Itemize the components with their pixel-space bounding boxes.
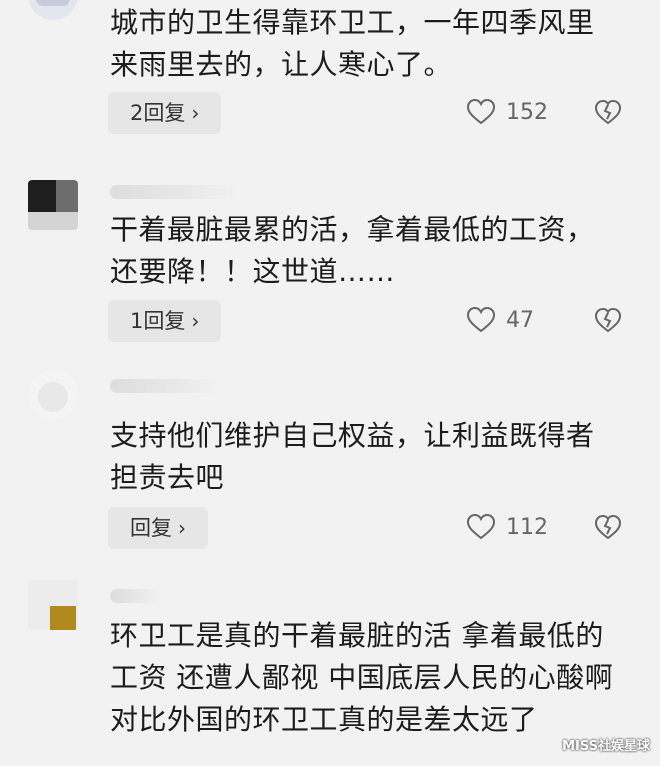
chevron-right-icon: › — [191, 309, 200, 333]
comment-text-line: 支持他们维护自己权益，让利益既得者 — [110, 419, 595, 452]
comment-text: 环卫工是真的干着最脏的活 拿着最低的 工资 还遭人鄙视 中国底层人民的心酸啊 对… — [110, 615, 630, 741]
like-count: 152 — [506, 99, 548, 125]
avatar[interactable] — [28, 0, 78, 20]
like-button[interactable]: 47 — [466, 300, 534, 340]
comment-item: 干着最脏最累的活，拿着最低的工资， 还要降！！这世道…… 1回复 › 47 — [0, 175, 660, 355]
comment-text-line: 对比外国的环卫工真的是差太远了 — [110, 703, 538, 736]
comment-text-line: 环卫工是真的干着最脏的活 拿着最低的 — [110, 619, 604, 652]
reply-label: 1回复 — [130, 309, 186, 333]
comment-text-line: 城市的卫生得靠环卫工，一年四季风里 — [110, 6, 595, 39]
username-blurred — [110, 589, 160, 603]
comment-text-line: 担责去吧 — [110, 461, 225, 494]
chevron-right-icon: › — [178, 516, 186, 540]
comment-item: 城市的卫生得靠环卫工，一年四季风里 来雨里去的，让人寒心了。 2回复 › 152 — [0, 0, 660, 145]
reply-button[interactable]: 回复 › — [108, 507, 208, 549]
heart-outline-icon — [466, 513, 496, 540]
heart-outline-icon — [466, 98, 496, 125]
broken-heart-icon[interactable] — [594, 306, 622, 334]
reply-label: 2回复 — [130, 101, 186, 125]
like-count: 112 — [506, 514, 548, 540]
avatar[interactable] — [28, 370, 78, 420]
comment-text-line: 工资 还遭人鄙视 中国底层人民的心酸啊 — [110, 661, 614, 694]
broken-heart-icon[interactable] — [594, 98, 622, 126]
username-blurred — [110, 379, 220, 393]
reply-button[interactable]: 2回复 › — [108, 92, 222, 134]
like-count: 47 — [506, 307, 534, 333]
comment-text-line: 干着最脏最累的活，拿着最低的工资， — [110, 213, 595, 246]
heart-outline-icon — [466, 306, 496, 333]
comment-text: 支持他们维护自己权益，让利益既得者 担责去吧 — [110, 415, 630, 499]
reply-label: 回复 — [130, 516, 172, 540]
chevron-right-icon: › — [191, 101, 200, 125]
avatar[interactable] — [28, 180, 78, 230]
like-button[interactable]: 112 — [466, 507, 548, 547]
comment-item: 支持他们维护自己权益，让利益既得者 担责去吧 回复 › 112 — [0, 365, 660, 555]
broken-heart-icon[interactable] — [594, 513, 622, 541]
comment-feed: 城市的卫生得靠环卫工，一年四季风里 来雨里去的，让人寒心了。 2回复 › 152 … — [0, 0, 660, 766]
watermark: MISS社娱星球 — [562, 739, 650, 754]
comment-text-line: 来雨里去的，让人寒心了。 — [110, 48, 453, 81]
username-blurred — [110, 185, 240, 199]
like-button[interactable]: 152 — [466, 92, 548, 132]
comment-text-line: 还要降！！这世道…… — [110, 255, 396, 288]
avatar[interactable] — [28, 580, 78, 630]
comment-item: 环卫工是真的干着最脏的活 拿着最低的 工资 还遭人鄙视 中国底层人民的心酸啊 对… — [0, 575, 660, 766]
comment-text: 干着最脏最累的活，拿着最低的工资， 还要降！！这世道…… — [110, 209, 630, 293]
reply-button[interactable]: 1回复 › — [108, 300, 222, 342]
comment-text: 城市的卫生得靠环卫工，一年四季风里 来雨里去的，让人寒心了。 — [110, 2, 630, 86]
